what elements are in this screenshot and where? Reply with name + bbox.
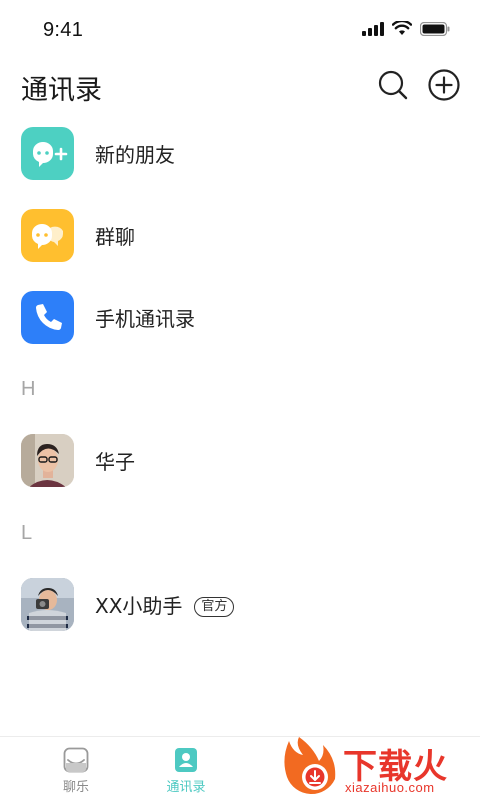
- new-friend-icon: [21, 126, 74, 180]
- watermark-subtext: xiazaihuo.com: [345, 780, 435, 795]
- status-time: 9:41: [43, 19, 84, 41]
- section-header-h: H: [21, 378, 36, 400]
- phone-icon: [21, 290, 74, 344]
- group-chat-row[interactable]: 群聊: [0, 194, 480, 276]
- watermark: 下载火 xiazaihuo.com: [283, 735, 480, 800]
- tab-contacts[interactable]: 通讯录: [131, 737, 241, 800]
- chat-icon: [63, 747, 89, 773]
- tab-contacts-label: 通讯录: [166, 779, 206, 794]
- new-friends-label: 新的朋友: [95, 142, 175, 167]
- avatar: [21, 433, 74, 487]
- flame-logo-icon: [284, 737, 336, 795]
- search-icon: [378, 70, 408, 100]
- tab-chat[interactable]: 聊乐: [21, 737, 131, 800]
- search-button[interactable]: [376, 68, 410, 102]
- add-circle-icon: [428, 69, 460, 101]
- add-button[interactable]: [427, 68, 461, 102]
- contacts-icon: [175, 748, 197, 772]
- tab-chat-label: 聊乐: [62, 779, 89, 794]
- wifi-icon: [392, 21, 412, 35]
- phone-contacts-row[interactable]: 手机通讯录: [0, 276, 480, 358]
- new-friends-row[interactable]: 新的朋友: [0, 112, 480, 194]
- group-chat-label: 群聊: [95, 224, 135, 249]
- section-header-l: L: [21, 522, 33, 544]
- avatar: [21, 577, 74, 631]
- official-badge: 官方: [194, 597, 235, 617]
- header: 通讯录: [0, 60, 480, 112]
- status-bar: 9:41: [0, 0, 480, 60]
- signal-icon: [362, 21, 384, 36]
- group-chat-icon: [21, 208, 74, 262]
- contact-name: XX小助手 官方: [95, 590, 235, 619]
- contact-name: 华子: [95, 449, 135, 474]
- page-title: 通讯录: [21, 75, 102, 106]
- contact-name-text: XX小助手: [95, 593, 183, 618]
- contact-row[interactable]: XX小助手 官方: [0, 563, 480, 645]
- status-icons: [362, 21, 450, 36]
- battery-icon: [420, 21, 450, 36]
- phone-contacts-label: 手机通讯录: [95, 306, 195, 331]
- contact-row[interactable]: 华子: [0, 419, 480, 501]
